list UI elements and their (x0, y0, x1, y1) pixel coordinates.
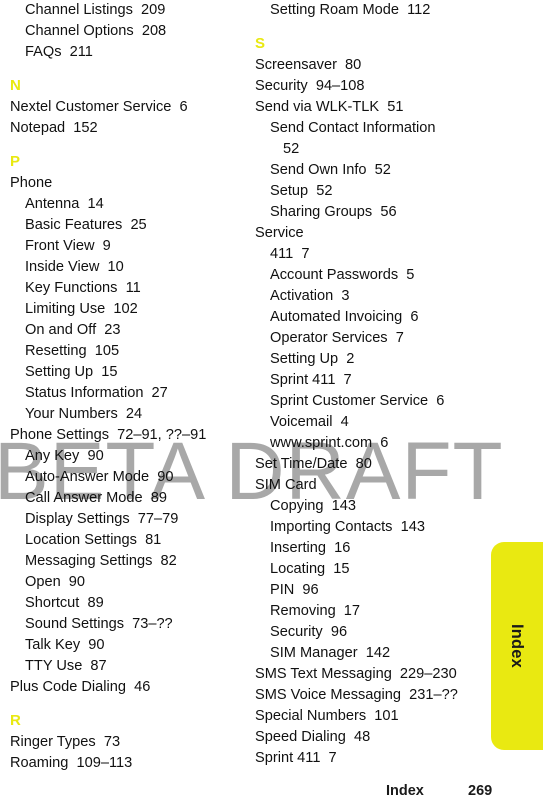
index-subentry: Talk Key 90 (25, 637, 105, 653)
index-column-left: Channel Listings 209 Channel Options 208 F… (10, 0, 245, 774)
index-subentry: Security 96 (270, 624, 348, 640)
index-entry: Notepad 152 (10, 120, 98, 136)
index-entry: Set Time/Date 80 (255, 456, 372, 472)
index-section-tab[interactable]: Index (491, 542, 543, 750)
index-column-right: Setting Roam Mode 112 S Screensaver 80 Secu… (255, 0, 490, 769)
index-subentry: Copying 143 (270, 498, 357, 514)
index-subentry: Status Information 27 (25, 385, 168, 401)
index-subentry: Messaging Settings 82 (25, 553, 177, 569)
index-entry: Screensaver 80 (255, 57, 362, 73)
index-entry: Service (255, 225, 304, 241)
footer-section-label: Index (386, 783, 424, 799)
index-subentry: Any Key 90 (25, 448, 104, 464)
index-entry: Phone (10, 175, 53, 191)
index-subentry: Key Functions 11 (25, 280, 141, 296)
index-subentry: Channel Options 208 (25, 23, 167, 39)
index-subentry: Basic Features 25 (25, 217, 147, 233)
index-subentry: Channel Listings 209 (25, 2, 166, 18)
index-subentry: Inside View 10 (25, 259, 124, 275)
index-entry: SIM Card (255, 477, 317, 493)
index-section-letter: N (10, 77, 21, 94)
index-subentry: 52 (283, 141, 300, 157)
index-page-content: Channel Listings 209 Channel Options 208 F… (0, 0, 543, 807)
index-subentry: 411 7 (270, 246, 310, 262)
index-entry: SMS Voice Messaging 231–?? (255, 687, 458, 703)
index-subentry: SIM Manager 142 (270, 645, 391, 661)
index-entry: Sprint 411 7 (255, 750, 337, 766)
footer-page-number: 269 (468, 783, 493, 799)
index-entry: Special Numbers 101 (255, 708, 399, 724)
index-subentry: Removing 17 (270, 603, 361, 619)
index-section-letter: S (255, 35, 266, 52)
index-subentry: Sprint 411 7 (270, 372, 352, 388)
index-subentry: Antenna 14 (25, 196, 104, 212)
index-subentry: PIN 96 (270, 582, 319, 598)
index-subentry: Open 90 (25, 574, 86, 590)
index-subentry: Your Numbers 24 (25, 406, 143, 422)
index-entry: Ringer Types 73 (10, 734, 121, 750)
index-subentry: Importing Contacts 143 (270, 519, 425, 535)
index-entry: Security 94–108 (255, 78, 365, 94)
index-entry: Nextel Customer Service 6 (10, 99, 188, 115)
index-subentry: Setting Up 15 (25, 364, 118, 380)
index-entry: Speed Dialing 48 (255, 729, 371, 745)
index-subentry: Activation 3 (270, 288, 350, 304)
index-entry: Phone Settings 72–91, ??–91 (10, 427, 207, 443)
index-subentry: Front View 9 (25, 238, 111, 254)
index-subentry: Auto-Answer Mode 90 (25, 469, 174, 485)
index-subentry: Send Own Info 52 (270, 162, 391, 178)
page-footer: Index 269 (0, 777, 543, 799)
index-subentry: On and Off 23 (25, 322, 121, 338)
index-entry: Plus Code Dialing 46 (10, 679, 151, 695)
index-subentry: Resetting 105 (25, 343, 120, 359)
index-tab-label: Index (508, 623, 526, 669)
index-subentry: Automated Invoicing 6 (270, 309, 419, 325)
index-subentry: Setting Up 2 (270, 351, 355, 367)
index-entry: Send via WLK-TLK 51 (255, 99, 404, 115)
index-subentry: Setting Roam Mode 112 (270, 2, 431, 18)
index-subentry: Shortcut 89 (25, 595, 104, 611)
index-subentry: Sound Settings 73–?? (25, 616, 173, 632)
index-subentry: Location Settings 81 (25, 532, 162, 548)
index-subentry: Voicemail 4 (270, 414, 349, 430)
index-section-letter: P (10, 153, 21, 170)
index-subentry: Operator Services 7 (270, 330, 404, 346)
index-entry: SMS Text Messaging 229–230 (255, 666, 457, 682)
index-subentry: TTY Use 87 (25, 658, 107, 674)
index-subentry: Inserting 16 (270, 540, 351, 556)
index-subentry: Limiting Use 102 (25, 301, 138, 317)
index-subentry: Setup 52 (270, 183, 333, 199)
index-subentry: Locating 15 (270, 561, 350, 577)
index-subentry: Call Answer Mode 89 (25, 490, 167, 506)
index-subentry: Account Passwords 5 (270, 267, 415, 283)
index-entry: Roaming 109–113 (10, 755, 133, 771)
index-subentry: www.sprint.com 6 (270, 435, 389, 451)
index-subentry: Sharing Groups 56 (270, 204, 397, 220)
index-subentry: Sprint Customer Service 6 (270, 393, 445, 409)
index-subentry: Send Contact Information (270, 120, 436, 136)
index-subentry: Display Settings 77–79 (25, 511, 179, 527)
index-subentry: FAQs 211 (25, 44, 93, 60)
index-section-letter: R (10, 712, 21, 729)
